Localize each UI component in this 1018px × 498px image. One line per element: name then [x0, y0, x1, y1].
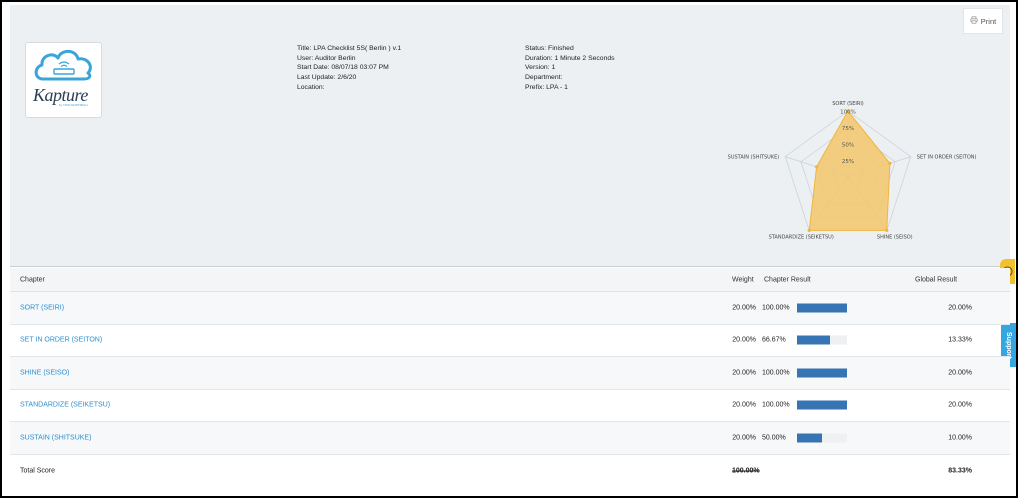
logo-tagline: by TOOLSFORTECH [59, 103, 88, 107]
radar-axis-label: STANDARDIZE (SEIKETSU) [769, 234, 834, 240]
chapter-progress-bar [797, 400, 847, 410]
progress-fill [797, 368, 847, 378]
radar-data-point [815, 165, 819, 169]
chapter-result: 66.67% [762, 336, 786, 344]
radar-axis-label: SORT (SEIRI) [832, 101, 864, 107]
radar-axis-label: SUSTAIN (SHITSUKE) [728, 155, 780, 161]
radar-tick-label: 50% [842, 143, 854, 149]
chapter-result: 100.00% [762, 369, 790, 377]
info-duration: Duration: 1 Minute 2 Seconds [525, 54, 615, 62]
radar-data-point [885, 228, 889, 232]
info-location: Location: [297, 83, 325, 91]
progress-fill [797, 303, 847, 313]
total-weight: 100.00% [732, 467, 760, 474]
info-user: User: Auditor Berlin [297, 54, 356, 62]
table-row: SHINE (SEISO) 20.00% 100.00% 20.00% [10, 357, 1010, 390]
chapter-result: 100.00% [762, 401, 790, 409]
radar-chart: 25% 50% 75% 100% SORT (SEIRI) SET IN ORDER (S… [728, 101, 977, 240]
chapter-weight: 20.00% [732, 369, 756, 377]
chapter-link[interactable]: SORT (SEIRI) [20, 304, 64, 311]
chapter-link[interactable]: SHINE (SEISO) [20, 369, 69, 376]
chapter-global-result: 10.00% [948, 434, 972, 442]
radar-data-point [807, 228, 811, 232]
progress-fill [797, 433, 822, 443]
chapter-progress-bar [797, 335, 847, 345]
info-prefix: Prefix: LPA - 1 [525, 83, 568, 91]
radar-tick-label: 25% [842, 159, 854, 165]
table-row: STANDARDIZE (SEIKETSU) 20.00% 100.00% 20.00… [10, 390, 1010, 422]
table-row: SORT (SEIRI) 20.00% 100.00% 20.00% [10, 292, 1010, 325]
table-row: SET IN ORDER (SEITON) 20.00% 66.67% 13.33% [10, 325, 1010, 357]
radar-tick-label: 100% [840, 110, 856, 116]
chapter-link[interactable]: STANDARDIZE (SEIKETSU) [20, 402, 110, 409]
cloud-wifi-icon [34, 49, 92, 81]
chapter-global-result: 20.00% [948, 304, 972, 312]
info-start-date: Start Date: 08/07/18 03:07 PM [297, 64, 389, 72]
chapter-progress-bar [797, 433, 847, 443]
header-weight: Weight [732, 276, 754, 283]
report-header: Print Kapture by TOOLSFORTECH Title: LPA… [10, 5, 1010, 267]
radar-tick-label: 75% [842, 126, 854, 132]
info-last-update: Last Update: 2/6/20 [297, 74, 357, 82]
chapter-progress-bar [797, 303, 847, 313]
header-chapter: Chapter [20, 276, 45, 283]
audit-info-left: Title: LPA Checklist 5S( Berlin ) v.1 Us… [297, 44, 401, 93]
company-logo: Kapture by TOOLSFORTECH [25, 42, 102, 118]
chapter-result: 50.00% [762, 434, 786, 442]
total-score-row: Total Score 100.00% 83.33% [10, 454, 1010, 487]
chapter-global-result: 13.33% [948, 336, 972, 344]
header-chapter-result: Chapter Result [764, 276, 811, 283]
total-global-result: 83.33% [948, 467, 972, 474]
chapter-weight: 20.00% [732, 401, 756, 409]
radar-axis-label: SHINE (SEISO) [877, 234, 913, 240]
progress-fill [797, 335, 831, 345]
table-row: SUSTAIN (SHITSUKE) 20.00% 50.00% 10.00% [10, 422, 1010, 455]
info-department: Department: [525, 74, 563, 82]
chapter-link[interactable]: SET IN ORDER (SEITON) [20, 337, 102, 344]
radar-axis-label: SET IN ORDER (SEITON) [917, 155, 977, 161]
progress-fill [797, 400, 847, 410]
chapter-link[interactable]: SUSTAIN (SHITSUKE) [20, 434, 91, 441]
table-body: SORT (SEIRI) 20.00% 100.00% 20.00% SET IN OR… [10, 292, 1010, 455]
print-label: Print [980, 16, 997, 26]
results-table: Chapter Weight Chapter Result Global Res… [10, 268, 1010, 487]
chapter-global-result: 20.00% [948, 369, 972, 377]
chapter-progress-bar [797, 368, 847, 378]
print-button[interactable]: Print [963, 8, 1003, 34]
chapter-weight: 20.00% [732, 336, 756, 344]
chapter-weight: 20.00% [732, 304, 756, 312]
total-label: Total Score [20, 467, 56, 474]
info-title: Title: LPA Checklist 5S( Berlin ) v.1 [297, 45, 402, 52]
radar-data-point [888, 161, 892, 166]
chapter-result: 100.00% [762, 304, 790, 312]
info-status: Status: Finished [525, 45, 574, 52]
chapter-weight: 20.00% [732, 434, 756, 442]
printer-icon [970, 16, 978, 26]
table-header: Chapter Weight Chapter Result Global Res… [10, 268, 1010, 292]
audit-info-right: Status: Finished Duration: 1 Minute 2 Se… [525, 44, 615, 93]
chapter-global-result: 20.00% [948, 401, 972, 409]
app-frame: Print Kapture by TOOLSFORTECH Title: LPA… [0, 0, 1018, 498]
header-global-result: Global Result [915, 276, 958, 283]
info-version: Version: 1 [525, 64, 556, 72]
